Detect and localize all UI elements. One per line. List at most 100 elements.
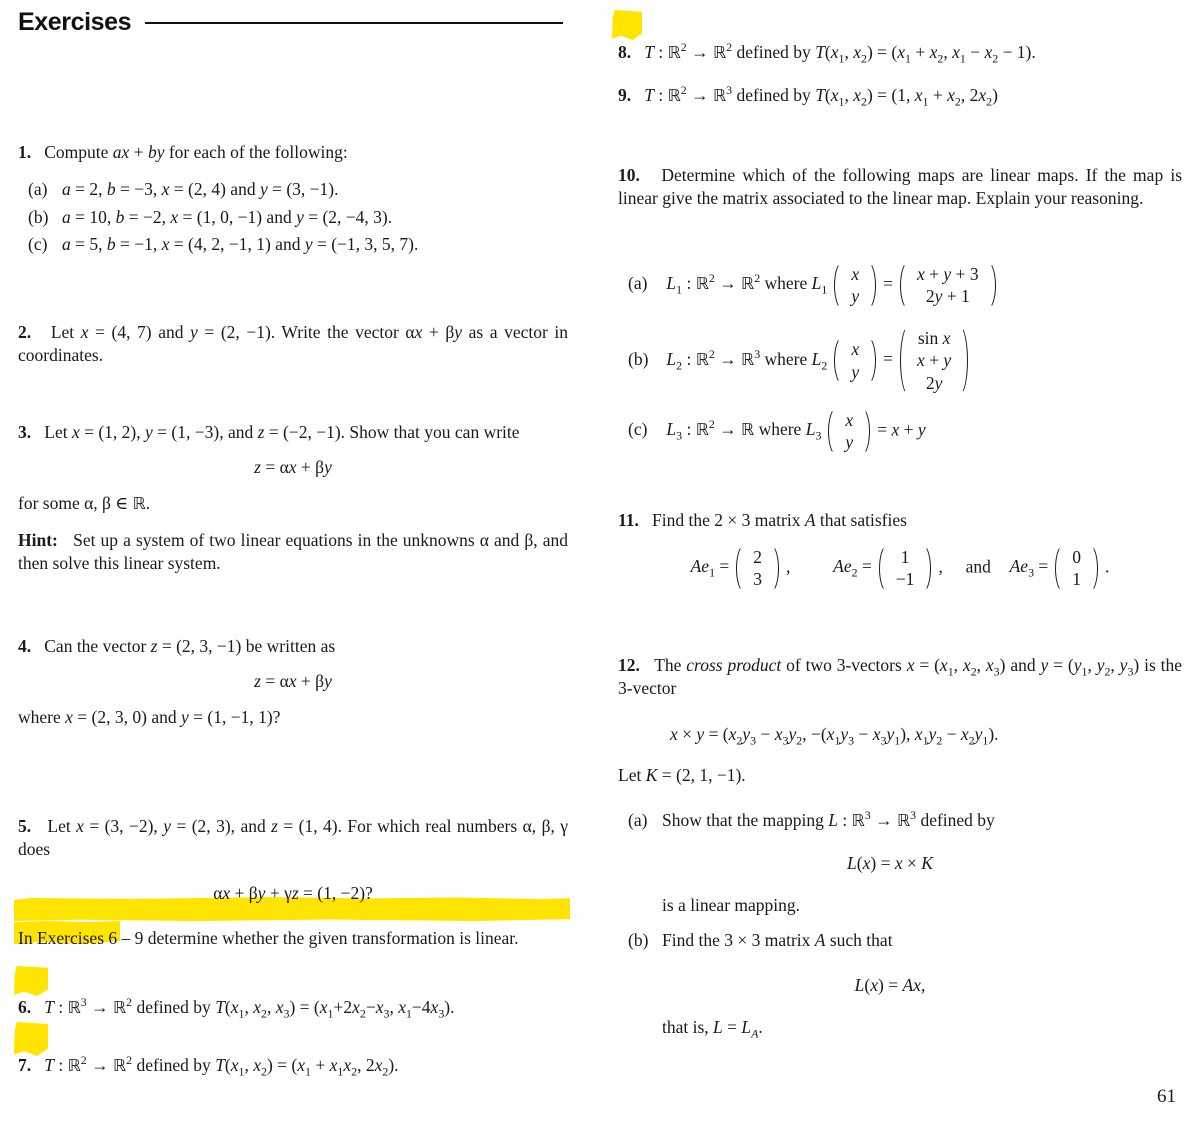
exercise-3-text: Let x = (1, 2), y = (1, −3), and z = (−2… — [44, 422, 520, 442]
exercise-8-text: T : ℝ2 → ℝ2 defined by T(x1, x2) = (x1 +… — [644, 40, 1036, 66]
exercise-5-text: Let x = (3, −2), y = (2, 3), and z = (1,… — [18, 816, 568, 860]
item-b-after: that is, L = LA. — [662, 1016, 763, 1041]
exercise-9-number: 9. — [618, 85, 632, 105]
exercise-6-number: 6. — [18, 997, 32, 1017]
column-vector-input: xy — [830, 261, 880, 310]
exercise-5: 5. Let x = (3, −2), y = (2, 3), and z = … — [18, 815, 568, 917]
exercise-1-text: Compute ax + by for each of the followin… — [44, 142, 348, 162]
item-b-row: (b) Find the 3 × 3 matrix A such that — [618, 929, 1182, 952]
column-vector-output: sin xx + y 2y — [896, 325, 972, 397]
exercise-4-display: z = αx + βy — [254, 671, 332, 692]
exercise-12-item-b: (b) Find the 3 × 3 matrix A such that L(… — [618, 929, 1182, 1039]
exercise-1-item-a: (a) a = 2, b = −3, x = (2, 4) and y = (3… — [18, 178, 568, 201]
exercise-7-number: 7. — [18, 1055, 32, 1075]
exercise-3: 3. Let x = (1, 2), y = (1, −3), and z = … — [18, 421, 568, 575]
exercise-2: 2. Let x = (4, 7) and y = (2, −1). Write… — [18, 321, 568, 368]
exercise-7: 7. T : ℝ2 → ℝ2 defined by T(x1, x2) = (x… — [18, 1054, 568, 1077]
column-vector-input: xy — [830, 336, 880, 385]
exercise-12-number: 12. — [618, 655, 640, 675]
equation-2: Ae2 = — [833, 556, 872, 580]
exercise-3-hint: Hint: Set up a system of two linear equa… — [18, 529, 568, 576]
exercise-10-stem: 10. Determine which of the following map… — [618, 164, 1182, 211]
textbook-page: Exercises 1. Compute ax + by for each of… — [0, 0, 1200, 1122]
exercise-3-display: z = αx + βy — [254, 457, 332, 478]
exercise-12-text: The cross product of two 3-vectors x = (… — [618, 655, 1183, 699]
exercise-5-stem: 5. Let x = (3, −2), y = (2, 3), and z = … — [18, 815, 568, 862]
exercise-6-text: T : ℝ3 → ℝ2 defined by T(x1, x2, x3) = (… — [44, 995, 455, 1021]
item-text: a = 2, b = −3, x = (2, 4) and y = (3, −1… — [62, 179, 339, 200]
exercise-12: 12. The cross product of two 3-vectors x… — [618, 654, 1182, 787]
vector-3: 01 — [1051, 544, 1102, 593]
page-header: Exercises — [18, 8, 563, 37]
highlight-exercise-8-number — [612, 10, 642, 40]
exercise-4-number: 4. — [18, 636, 32, 656]
exercise-4-stem: 4. Can the vector z = (2, 3, −1) be writ… — [18, 635, 568, 658]
item-a-after: is a linear mapping. — [662, 894, 801, 915]
exercise-1-number: 1. — [18, 142, 32, 162]
highlight-exercise-6-number — [14, 966, 48, 996]
exercise-1: 1. Compute ax + by for each of the follo… — [18, 141, 568, 260]
exercise-8-number: 8. — [618, 42, 632, 62]
exercise-4: 4. Can the vector z = (2, 3, −1) be writ… — [18, 635, 568, 729]
exercise-10-number: 10. — [618, 165, 640, 185]
exercises-6-9-instruction: In Exercises 6 – 9 determine whether the… — [18, 927, 568, 950]
exercise-1-stem: 1. Compute ax + by for each of the follo… — [18, 141, 568, 164]
item-text: Find the 3 × 3 matrix A such that — [662, 930, 893, 950]
exercise-4-text: Can the vector z = (2, 3, −1) be written… — [44, 636, 336, 656]
exercise-12-item-a: (a) Show that the mapping L : ℝ3 → ℝ3 de… — [618, 809, 1182, 917]
exercise-8: 8. T : ℝ2 → ℝ2 defined by T(x1, x2) = (x… — [618, 41, 1182, 64]
item-tag: (a) — [628, 810, 648, 830]
exercise-12-let-k: Let K = (2, 1, −1). — [618, 764, 746, 785]
exercise-11-text: Find the 2 × 3 matrix A that satisfies — [652, 510, 907, 530]
item-tag: (c) — [628, 419, 648, 440]
exercise-3-after: for some α, β ∈ ℝ. — [18, 492, 151, 513]
item-text: a = 5, b = −1, x = (4, 2, −1, 1) and y =… — [62, 233, 419, 254]
item-tag: (a) — [628, 273, 648, 294]
column-vector-output: x + y + 3 2y + 1 — [896, 261, 1000, 310]
exercise-1-item-c: (c) a = 5, b = −1, x = (4, 2, −1, 1) and… — [18, 233, 568, 256]
exercise-9: 9. T : ℝ2 → ℝ3 defined by T(x1, x2) = (1… — [618, 84, 1182, 107]
item-text: Show that the mapping L : ℝ3 → ℝ3 define… — [662, 808, 995, 830]
item-a-row: (a) Show that the mapping L : ℝ3 → ℝ3 de… — [618, 809, 1182, 832]
exercise-9-text: T : ℝ2 → ℝ3 defined by T(x1, x2) = (1, x… — [644, 83, 998, 109]
equation-1: Ae1 = — [690, 556, 730, 580]
exercise-5-number: 5. — [18, 816, 32, 836]
exercise-10-item-b: (b) L2 : ℝ2 → ℝ3 where L2 x y = sin xx + y 2y — [618, 325, 1182, 397]
exercise-10: 10. Determine which of the following map… — [618, 164, 1182, 211]
item-text: L1 : ℝ2 → ℝ2 where L1 — [666, 271, 828, 297]
item-tag: (b) — [628, 930, 649, 950]
exercise-2-text: Let x = (4, 7) and y = (2, −1). Write th… — [18, 322, 568, 366]
exercise-10-text: Determine which of the following maps ar… — [618, 165, 1183, 209]
equation-conjunction: and — [965, 556, 991, 577]
item-text: L3 : ℝ2 → ℝ where L3 — [666, 417, 822, 443]
column-vector-input: xy — [824, 407, 874, 456]
item-output: = x + y — [877, 419, 926, 440]
emphasis-cross-product: cross product — [686, 655, 782, 675]
highlight-exercise-7-number — [14, 1022, 48, 1056]
item-b-display: L(x) = Ax, — [854, 975, 926, 996]
item-a-display: L(x) = x × K — [847, 853, 933, 874]
item-tag: (c) — [28, 233, 48, 254]
exercise-6: 6. T : ℝ3 → ℝ2 defined by T(x1, x2, x3) … — [18, 996, 568, 1019]
hint-label: Hint: — [18, 529, 58, 550]
instruction-text: In Exercises 6 – 9 determine whether the… — [18, 928, 519, 948]
exercise-12-display: x × y = (x2y3 − x3y2, −(x1y3 − x3y1), x1… — [670, 723, 999, 748]
exercise-7-text: T : ℝ2 → ℝ2 defined by T(x1, x2) = (x1 +… — [44, 1053, 399, 1079]
page-title: Exercises — [18, 8, 132, 36]
item-tag: (a) — [28, 179, 48, 200]
exercise-11: 11. Find the 2 × 3 matrix A that satisfi… — [618, 509, 1182, 532]
item-tag: (b) — [28, 206, 49, 227]
item-tag: (b) — [628, 348, 649, 369]
exercise-12-stem: 12. The cross product of two 3-vectors x… — [618, 654, 1182, 701]
exercise-1-item-b: (b) a = 10, b = −2, x = (1, 0, −1) and y… — [18, 206, 568, 229]
exercise-11-equations: Ae1 = 2 3, Ae2 = 1 −1, and Ae3 = 0 1. — [618, 544, 1182, 593]
item-text: L2 : ℝ2 → ℝ3 where L2 — [666, 346, 828, 373]
hint-text: Set up a system of two linear equations … — [18, 529, 568, 574]
exercise-4-after: where x = (2, 3, 0) and y = (1, −1, 1)? — [18, 706, 281, 727]
equation-3: Ae3 = — [1009, 556, 1049, 580]
exercise-10-item-c: (c) L3 : ℝ2 → ℝ where L3 x y = x + y — [618, 407, 1182, 456]
exercise-5-display: αx + βy + γz = (1, −2)? — [213, 882, 373, 903]
vector-2: 1 −1 — [875, 544, 936, 593]
exercise-11-number: 11. — [618, 510, 639, 530]
vector-1: 23 — [732, 544, 783, 593]
